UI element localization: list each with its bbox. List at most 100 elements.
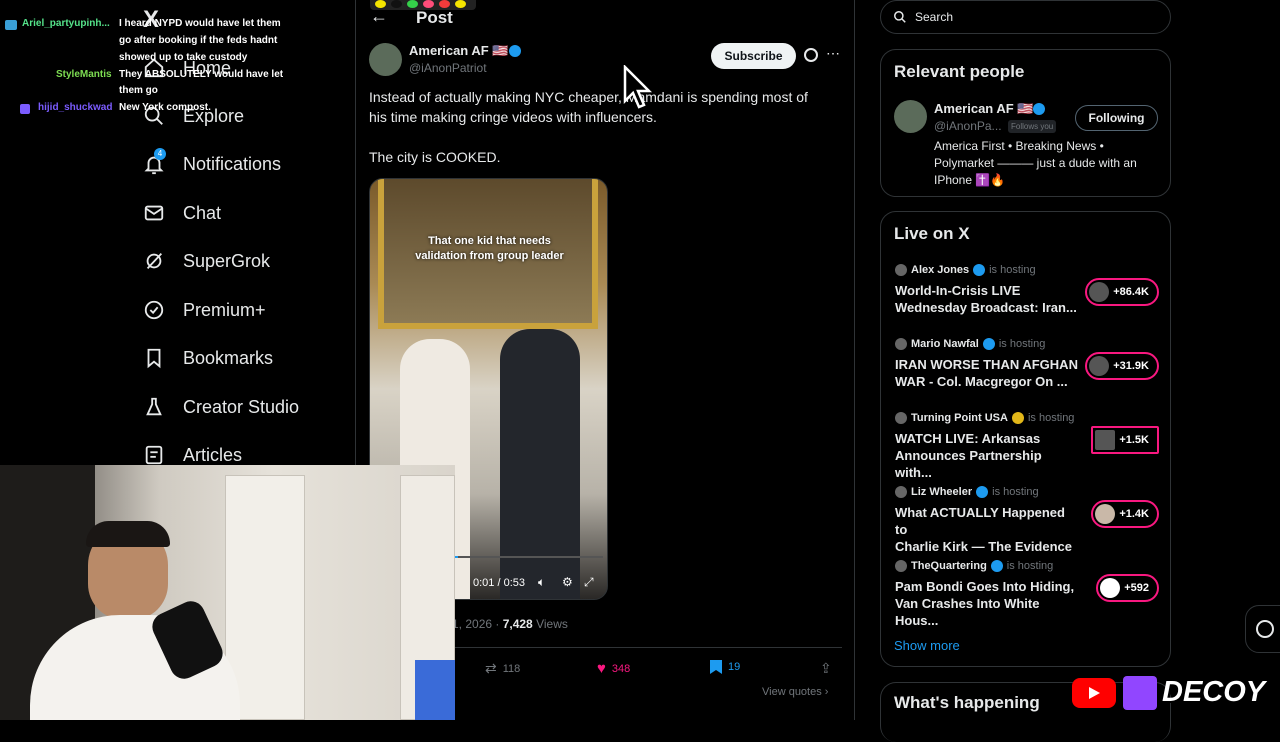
mouse-cursor-icon	[623, 65, 653, 109]
sidebar-item-creator-studio[interactable]: Creator Studio	[143, 396, 299, 418]
mail-icon	[144, 205, 164, 221]
post-text-line: his time making cringe videos with influ…	[369, 109, 657, 125]
views-count: 7,428	[502, 617, 533, 631]
show-more-link[interactable]: Show more	[894, 638, 960, 653]
share-button[interactable]: ⇪	[820, 660, 832, 677]
bookmark-icon	[710, 660, 722, 674]
avatar[interactable]	[894, 100, 927, 133]
sidebar-item-label: Notifications	[183, 153, 282, 174]
chat-message: showed up to take custody	[119, 52, 248, 63]
more-icon[interactable]: ⋯	[826, 45, 840, 62]
sidebar-item-label: Bookmarks	[183, 347, 274, 368]
live-title-line: Van Crashes Into White Hous...	[895, 596, 1040, 628]
live-item[interactable]: Turning Point USA is hosting WATCH LIVE: …	[895, 412, 1159, 481]
view-quotes-link[interactable]: View quotes ›	[762, 686, 828, 698]
column-divider	[854, 0, 855, 720]
like-button[interactable]: ♥ 348	[597, 660, 630, 677]
verified-icon	[973, 264, 986, 276]
person-handle[interactable]: @iAnonPa...	[934, 119, 1002, 133]
back-arrow-icon[interactable]: ←	[370, 6, 388, 27]
share-icon: ⇪	[820, 660, 832, 676]
listener-badge[interactable]: +1.4K	[1091, 500, 1159, 528]
chat-username: StyleMantis	[56, 69, 112, 80]
host-avatar	[895, 412, 907, 424]
subscribe-button[interactable]: Subscribe	[711, 43, 796, 69]
host-avatar	[895, 264, 907, 276]
host-name: TheQuartering	[911, 560, 987, 572]
youtube-icon	[1072, 678, 1116, 708]
bookmark-button[interactable]: 19	[710, 660, 740, 674]
arcade-cabinet	[415, 660, 455, 720]
verified-icon	[990, 560, 1003, 572]
host-status: is hosting	[992, 486, 1039, 498]
live-on-x-card: Live on X Alex Jones is hosting World-In-…	[880, 211, 1171, 667]
follows-you-badge: Follows you	[1008, 120, 1057, 133]
section-title: Live on X	[894, 224, 970, 243]
person-bio: IPhone ✝️🔥	[934, 173, 1006, 187]
search-input[interactable]: Search	[915, 10, 953, 24]
chat-username: hijid_shuckwad	[38, 102, 113, 113]
webcam-overlay	[0, 465, 455, 720]
verified-icon	[1011, 412, 1024, 424]
settings-icon[interactable]: ⚙︎	[562, 575, 573, 589]
sidebar-item-supergrok[interactable]: SuperGrok	[143, 250, 270, 272]
sidebar-item-notifications[interactable]: 4 Notifications	[143, 148, 282, 175]
listener-badge[interactable]: +31.9K	[1085, 352, 1159, 380]
meta-divider	[452, 647, 842, 648]
bookmark-icon	[147, 348, 161, 369]
listener-count: +1.5K	[1119, 434, 1149, 446]
live-title-line: WATCH LIVE: Arkansas	[895, 431, 1041, 446]
sidebar-item-chat[interactable]: Chat	[143, 202, 221, 224]
listener-count: +592	[1124, 582, 1149, 594]
video-progress-fill	[455, 556, 458, 558]
host-name: Turning Point USA	[911, 412, 1008, 424]
person-name[interactable]: American AF 🇺🇸	[934, 101, 1034, 117]
twitch-icon	[1123, 676, 1157, 710]
listener-badge[interactable]: +86.4K	[1085, 278, 1159, 306]
grok-icon	[1256, 620, 1274, 638]
post-date: 1, 2026 ·	[452, 617, 503, 631]
live-title-line: Announces Partnership with...	[895, 448, 1042, 480]
sidebar-item-premium[interactable]: Premium+	[143, 299, 266, 321]
author-name[interactable]: American AF 🇺🇸	[409, 43, 509, 59]
live-title-line: Wednesday Broadcast: Iran...	[895, 300, 1077, 315]
repost-button[interactable]: ⇄ 118	[485, 660, 520, 677]
live-avatar	[1089, 282, 1110, 302]
live-item[interactable]: Alex Jones is hosting World-In-Crisis LIV…	[895, 264, 1159, 316]
host-status: is hosting	[989, 264, 1036, 276]
verified-icon	[982, 338, 995, 350]
host-name: Liz Wheeler	[911, 486, 973, 498]
chat-message: go after booking if the feds hadnt	[119, 35, 278, 46]
sidebar-item-label: SuperGrok	[183, 250, 271, 271]
host-status: is hosting	[1027, 412, 1075, 424]
live-avatar	[1095, 504, 1116, 524]
grok-icon	[146, 253, 163, 269]
grok-icon[interactable]	[804, 48, 818, 62]
fullscreen-icon[interactable]: ⤢	[584, 575, 594, 590]
author-handle[interactable]: @iAnonPatriot	[409, 61, 487, 75]
like-count: 348	[611, 662, 631, 675]
host-status: is hosting	[998, 338, 1046, 350]
author-avatar[interactable]	[369, 43, 402, 76]
post-text-line: Instead of actually making NYC cheaper, …	[369, 89, 808, 105]
grok-floating-button[interactable]	[1245, 605, 1280, 653]
live-item[interactable]: TheQuartering is hosting Pam Bondi Goes I…	[895, 560, 1159, 629]
chat-message: New York compost.	[119, 102, 211, 113]
sidebar-item-bookmarks[interactable]: Bookmarks	[143, 347, 273, 369]
search-box[interactable]: Search	[880, 0, 1171, 34]
live-title-line: World-In-Crisis LIVE	[895, 283, 1021, 298]
section-title: Relevant people	[894, 62, 1025, 81]
listener-badge[interactable]: +1.5K	[1091, 426, 1159, 454]
live-title-line: Pam Bondi Goes Into Hiding,	[895, 579, 1075, 594]
sidebar-item-articles[interactable]: Articles	[143, 444, 242, 466]
listener-count: +31.9K	[1113, 360, 1149, 372]
relevant-people-card: Relevant people American AF 🇺🇸 @iAnonPa.…	[880, 49, 1171, 197]
video-caption: validation from group leader	[415, 250, 564, 262]
volume-icon[interactable]: 🔈︎	[538, 575, 545, 590]
listener-badge[interactable]: +592	[1096, 574, 1159, 602]
video-time: 0:01 / 0:53	[473, 577, 525, 589]
live-item[interactable]: Mario Nawfal is hosting IRAN WORSE THAN A…	[895, 338, 1159, 390]
verified-icon	[976, 486, 989, 498]
following-button[interactable]: Following	[1075, 105, 1158, 131]
video-progress-track[interactable]	[455, 556, 603, 558]
